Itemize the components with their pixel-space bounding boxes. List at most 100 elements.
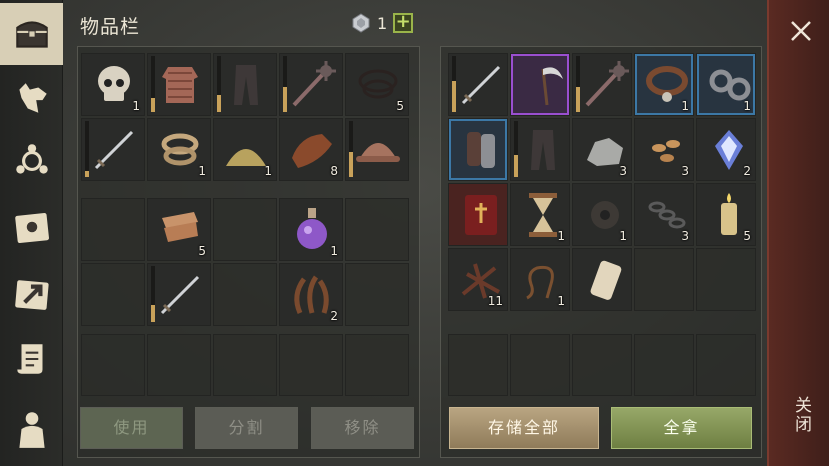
item-quantity: 3 [619, 164, 627, 178]
slot-collar[interactable]: 1 [634, 53, 694, 116]
gem-icon [352, 13, 370, 33]
chest-icon [15, 21, 48, 48]
take-all-button[interactable]: 全拿 [611, 407, 752, 449]
storage-empty-grid [448, 334, 756, 396]
slot-rope-coil[interactable]: 5 [345, 53, 409, 116]
empty-slot[interactable] [448, 334, 508, 396]
item-quantity: 1 [743, 99, 751, 113]
inventory-grid-lower: 5 1 2 [81, 198, 409, 326]
empty-slot[interactable] [81, 263, 145, 326]
empty-slot[interactable] [634, 334, 694, 396]
empty-slot[interactable] [213, 198, 277, 261]
durability-bar [576, 56, 580, 112]
durability-bar [151, 266, 155, 322]
sword-icon [160, 275, 200, 315]
close-icon[interactable] [790, 20, 812, 42]
empty-slot[interactable] [696, 248, 756, 311]
item-quantity: 1 [330, 244, 338, 258]
item-quantity: 1 [264, 164, 272, 178]
empty-slot[interactable] [147, 334, 211, 396]
slot-sand-pile[interactable]: 1 [213, 118, 277, 181]
empty-slot[interactable] [81, 334, 145, 396]
slot-whip[interactable]: 1 [510, 248, 570, 311]
slot-helmet[interactable] [345, 118, 409, 181]
sidebar [0, 0, 63, 466]
slot-seeds[interactable]: 3 [634, 118, 694, 181]
close-bar[interactable]: 关闭 [767, 0, 829, 466]
slot-gauntlets[interactable] [448, 118, 508, 181]
durability-bar [217, 56, 221, 112]
empty-slot[interactable] [345, 263, 409, 326]
empty-slot[interactable] [572, 334, 632, 396]
slot-sword[interactable] [147, 263, 211, 326]
item-quantity: 1 [681, 99, 689, 113]
slot-ore[interactable]: 3 [572, 118, 632, 181]
item-quantity: 1 [198, 164, 206, 178]
item-quantity: 1 [557, 229, 565, 243]
helmet-icon [356, 143, 400, 162]
add-currency-button[interactable]: + [393, 13, 414, 33]
slot-rope[interactable]: 1 [147, 118, 211, 181]
durability-bar [349, 121, 353, 177]
slot-leather[interactable]: 8 [279, 118, 343, 181]
sidebar-item-blueprints[interactable] [0, 196, 63, 258]
store-all-button[interactable]: 存储全部 [449, 407, 599, 449]
slot-book[interactable] [448, 183, 508, 246]
slot-scroll[interactable] [572, 248, 632, 311]
empty-slot[interactable] [696, 334, 756, 396]
use-button[interactable]: 使用 [80, 407, 183, 449]
currency-value: 1 [377, 13, 388, 33]
empty-slot[interactable] [81, 198, 145, 261]
sidebar-item-inventory[interactable] [0, 3, 63, 65]
slot-scythe[interactable] [510, 53, 570, 116]
book-icon [465, 195, 497, 235]
slot-pants[interactable] [213, 53, 277, 116]
empty-slot[interactable] [634, 248, 694, 311]
empty-slot[interactable] [213, 334, 277, 396]
gauntlets-icon [467, 132, 495, 168]
sidebar-item-character[interactable] [0, 398, 63, 460]
item-quantity: 1 [132, 99, 140, 113]
split-button[interactable]: 分割 [195, 407, 298, 449]
item-quantity: 5 [396, 99, 404, 113]
slot-skull[interactable]: 1 [81, 53, 145, 116]
sidebar-item-map[interactable] [0, 263, 63, 325]
inventory-grid: 1 5 1 1 8 [81, 53, 409, 181]
durability-bar [151, 56, 155, 112]
sidebar-item-crafting[interactable] [0, 130, 63, 192]
empty-slot[interactable] [510, 334, 570, 396]
item-quantity: 3 [681, 164, 689, 178]
currency-display: 1 + [351, 13, 414, 33]
slot-crystal[interactable]: 2 [696, 118, 756, 181]
empty-slot[interactable] [213, 263, 277, 326]
slot-mace[interactable] [572, 53, 632, 116]
mace-icon [585, 61, 629, 107]
slot-potion[interactable]: 1 [279, 198, 343, 261]
slot-pants[interactable] [510, 118, 570, 181]
slot-twigs[interactable]: 11 [448, 248, 508, 311]
slot-mace[interactable] [279, 53, 343, 116]
scroll-icon [16, 344, 42, 374]
chainmail-icon [162, 67, 198, 103]
slot-sword[interactable] [81, 118, 145, 181]
sun-map-icon [14, 213, 49, 244]
close-label[interactable]: 关闭 [789, 396, 814, 434]
empty-slot[interactable] [345, 334, 409, 396]
slot-candle[interactable]: 5 [696, 183, 756, 246]
slot-sword[interactable] [448, 53, 508, 116]
slot-chain[interactable]: 3 [634, 183, 694, 246]
storage-grid: 1 1 3 3 2 1 1 3 5 11 1 [448, 53, 756, 311]
sword-icon [94, 130, 134, 170]
slot-shackles[interactable]: 1 [696, 53, 756, 116]
crafting-icon [15, 144, 48, 174]
slot-gear[interactable]: 1 [572, 183, 632, 246]
slot-chainmail[interactable] [147, 53, 211, 116]
slot-cloth[interactable]: 5 [147, 198, 211, 261]
sidebar-item-quests[interactable] [0, 328, 63, 390]
slot-hourglass[interactable]: 1 [510, 183, 570, 246]
empty-slot[interactable] [345, 198, 409, 261]
empty-slot[interactable] [279, 334, 343, 396]
slot-roots[interactable]: 2 [279, 263, 343, 326]
remove-button[interactable]: 移除 [311, 407, 414, 449]
sidebar-item-pets[interactable] [0, 67, 63, 129]
